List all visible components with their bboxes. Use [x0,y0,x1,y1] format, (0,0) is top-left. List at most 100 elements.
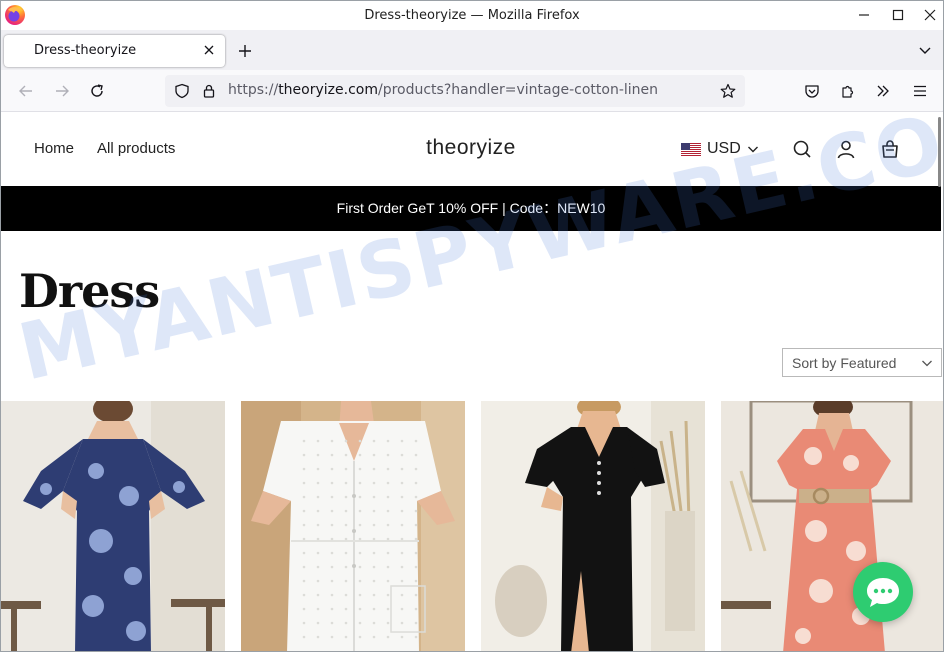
dress-dot-pattern [358,537,362,541]
dress-dot-pattern [400,495,404,499]
currency-selector[interactable]: USD [681,140,759,158]
dress-dot-pattern [302,509,306,513]
dress-dot-pattern [414,439,418,443]
tab-close-icon[interactable] [201,42,217,58]
dress-dot-pattern [302,607,306,611]
hamburger-menu-icon[interactable] [912,83,928,99]
dress-dot-pattern [414,579,418,583]
dress-dot-pattern [302,523,306,527]
dress-dot-pattern [344,635,348,639]
dress-dot-pattern [316,467,320,471]
dress-dot-pattern [358,495,362,499]
minimize-button[interactable] [847,1,881,29]
cart-bag-icon[interactable] [880,139,900,159]
dress-dot-pattern [358,579,362,583]
back-arrow-icon[interactable] [18,83,34,99]
dress-dot-pattern [330,621,334,625]
dress-dot-pattern [316,579,320,583]
dress-dot-pattern [344,537,348,541]
dress-dot-pattern [386,509,390,513]
maximize-button[interactable] [881,1,915,29]
dress-dot-pattern [330,467,334,471]
dress-dot-pattern [358,481,362,485]
dress-dot-pattern [414,523,418,527]
dress-dot-pattern [330,453,334,457]
lock-icon[interactable] [201,83,217,99]
dress-dot-pattern [386,635,390,639]
dress-dot-pattern [344,593,348,597]
dress-dot-pattern [372,579,376,583]
dress-dot-pattern [330,579,334,583]
forward-arrow-icon[interactable] [54,83,70,99]
product-card-1-image[interactable] [1,401,225,651]
maximize-icon [892,9,904,21]
dress-dot-pattern [372,537,376,541]
new-tab-icon[interactable] [235,41,255,61]
dress-dot-pattern [414,565,418,569]
dress-dot-pattern [400,635,404,639]
search-icon[interactable] [792,139,812,159]
dress-dot-pattern [302,635,306,639]
dress-dot-pattern [372,593,376,597]
dress-dot-pattern [358,607,362,611]
dress-dot-pattern [302,593,306,597]
sort-by-dropdown[interactable]: Sort by Featured [782,348,942,377]
dress-dot-pattern [316,523,320,527]
dress-dot-pattern [386,481,390,485]
tracking-shield-icon[interactable] [174,83,190,99]
url-text[interactable]: https://theoryize.com/products?handler=v… [228,82,658,98]
dress-dot-pattern [358,453,362,457]
bookmark-star-icon[interactable] [720,83,736,99]
dress-dot-pattern [358,621,362,625]
close-window-button[interactable] [913,1,943,29]
dress-dot-pattern [302,467,306,471]
dress-dot-pattern [316,537,320,541]
list-all-tabs-chevron-icon[interactable] [917,42,933,58]
dress-dot-pattern [414,593,418,597]
us-flag-icon [681,142,701,156]
dress-dot-pattern [386,495,390,499]
dress-dot-pattern [386,565,390,569]
dress-dot-pattern [344,607,348,611]
scrollbar-thumb[interactable] [938,117,941,187]
more-tools-chevrons-icon[interactable] [875,83,891,99]
dress-dot-pattern [316,635,320,639]
url-bar[interactable]: https://theoryize.com/products?handler=v… [165,75,745,107]
dress-dot-pattern [330,439,334,443]
dress-dot-pattern [358,467,362,471]
dress-dot-pattern [400,439,404,443]
page-scrollbar[interactable] [938,113,942,651]
dress-dot-pattern [330,593,334,597]
extensions-puzzle-icon[interactable] [840,83,856,99]
currency-label: USD [707,140,741,157]
tab-active[interactable]: Dress-theoryize [4,35,225,67]
chat-button[interactable] [853,562,913,622]
dress-dot-pattern [400,621,404,625]
dress-dot-pattern [400,551,404,555]
announcement-bar: First Order GeT 10% OFF | Code：NEW10 [1,186,941,231]
dress-dot-pattern [316,565,320,569]
sort-label: Sort by [792,355,837,371]
dress-dot-pattern [358,551,362,555]
dress-dot-pattern [344,565,348,569]
product-card-3-image[interactable] [481,401,705,651]
dress-dot-pattern [386,523,390,527]
dress-dot-pattern [386,439,390,443]
window-title: Dress-theoryize — Mozilla Firefox [364,8,580,23]
dress-dot-pattern [330,551,334,555]
dress-dot-pattern [414,495,418,499]
dress-dot-pattern [358,523,362,527]
dress-dot-pattern [344,481,348,485]
product-card-2-image[interactable] [241,401,465,651]
dress-dot-pattern [316,593,320,597]
close-icon [924,9,936,21]
dress-dot-pattern [316,495,320,499]
account-icon[interactable] [836,139,856,159]
dress-dot-pattern [400,593,404,597]
dress-dot-pattern [316,607,320,611]
url-path: /products?handler=vintage-cotton-linen [377,82,659,98]
reload-icon[interactable] [89,83,105,99]
dress-dot-pattern [372,523,376,527]
pocket-icon[interactable] [804,83,820,99]
sort-value: Featured [840,355,897,371]
